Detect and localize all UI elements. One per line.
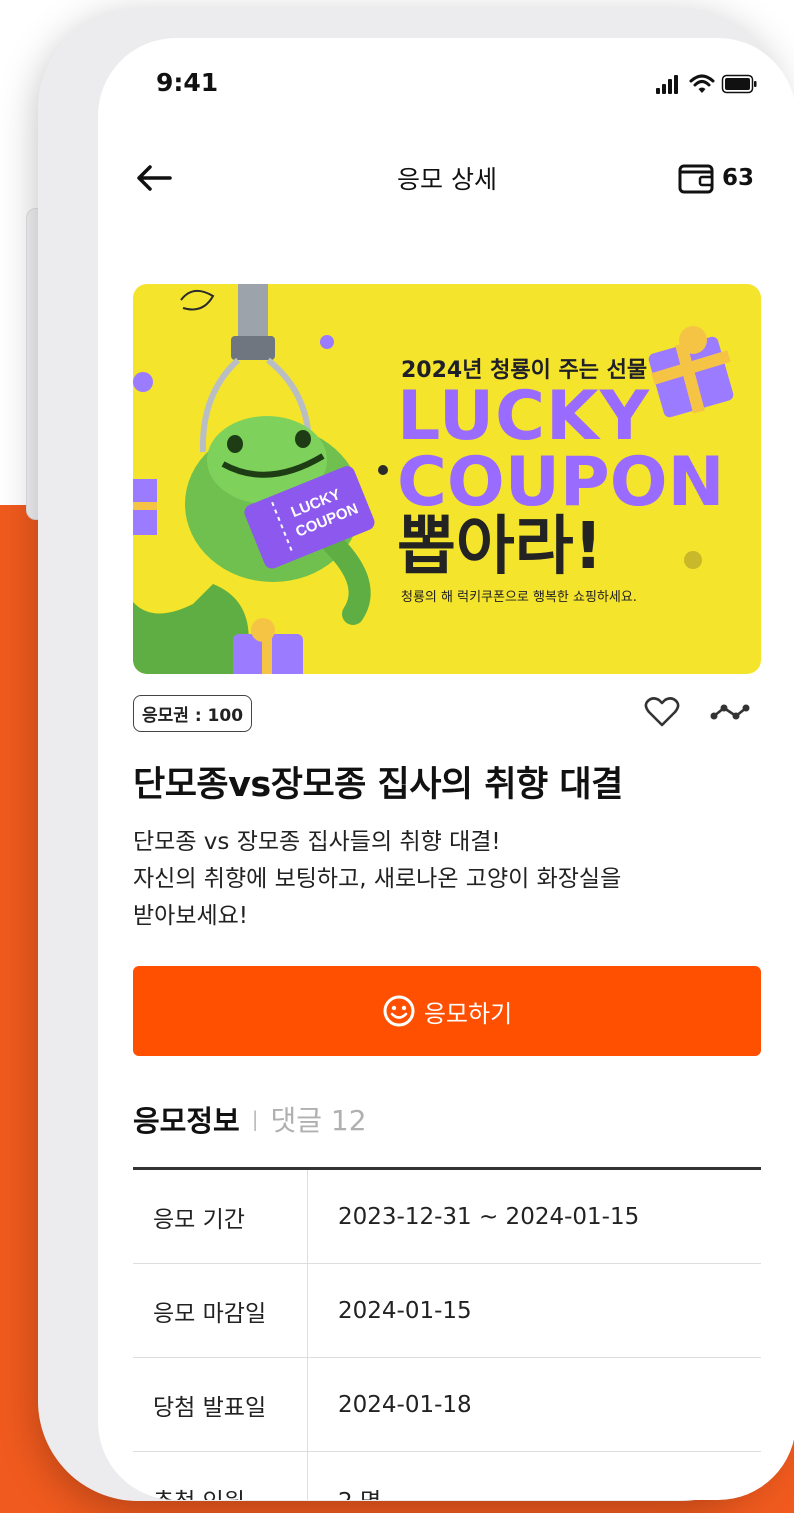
table-row: 당첨 발표일 2024-01-18 [133, 1358, 761, 1452]
info-value: 2023-12-31 ~ 2024-01-15 [338, 1203, 640, 1230]
event-description: 단모종 vs 장모종 집사들의 취향 대결! 자신의 취향에 보팅하고, 새로나… [133, 824, 753, 935]
info-label: 당첨 발표일 [133, 1358, 308, 1451]
detail-tabs: 응모정보 | 댓글 12 [133, 1098, 367, 1140]
table-row: 응모 기간 2023-12-31 ~ 2024-01-15 [133, 1170, 761, 1264]
event-description-line: 자신의 취향에 보팅하고, 새로나온 고양이 화장실을 [133, 866, 622, 892]
heart-icon[interactable] [644, 696, 680, 728]
info-value: 2024-01-15 [338, 1297, 472, 1324]
tab-info[interactable]: 응모정보 [133, 1098, 240, 1140]
share-icon[interactable] [708, 698, 752, 726]
table-row: 응모 마감일 2024-01-15 [133, 1264, 761, 1358]
phone-screen: 9:41 응모 상세 63 LUCKY COUPON 2024년 청룡이 주는 … [98, 38, 794, 1500]
signal-icon [656, 75, 678, 94]
info-label: 응모 기간 [133, 1170, 308, 1263]
info-table: 응모 기간 2023-12-31 ~ 2024-01-15 응모 마감일 202… [133, 1167, 761, 1500]
ticket-badge: 응모권 : 100 [133, 695, 253, 732]
wallet-button[interactable]: 63 [678, 160, 754, 196]
info-value: 2 명 [308, 1482, 381, 1501]
phone-frame: 9:41 응모 상세 63 LUCKY COUPON 2024년 청룡이 주는 … [38, 8, 794, 1501]
info-value: 2024-01-18 [338, 1391, 472, 1418]
enter-button-label: 응모하기 [423, 999, 513, 1028]
event-description-line: 단모종 vs 장모종 집사들의 취향 대결! [133, 829, 501, 855]
event-description-line: 받아보세요! [133, 903, 249, 929]
enter-button[interactable]: 응모하기 [133, 966, 761, 1056]
banner-headline-lucky: LUCKY [397, 377, 650, 456]
wifi-icon [689, 74, 715, 93]
event-title: 단모종vs장모종 집사의 취향 대결 [133, 765, 623, 805]
gift-box-top [648, 326, 734, 418]
info-label: 추첨 인원 [133, 1452, 308, 1500]
battery-icon [721, 74, 757, 94]
status-time: 9:41 [156, 68, 219, 97]
banner-headline-coupon: COUPON [397, 443, 725, 522]
wallet-count: 63 [722, 165, 755, 191]
event-banner: LUCKY COUPON 2024년 청룡이 주는 선물 LUCKY COUPO… [133, 284, 761, 674]
status-icons [656, 74, 757, 94]
tab-comments[interactable]: 댓글 12 [270, 1099, 366, 1139]
wallet-icon [678, 164, 714, 194]
banner-headline-pick: 뽑아라! [397, 510, 603, 584]
tab-separator: | [251, 1107, 259, 1131]
banner-description: 청룡의 해 럭키쿠폰으로 행복한 쇼핑하세요. [401, 590, 637, 605]
info-label: 응모 마감일 [133, 1264, 308, 1357]
gift-box-left [133, 479, 157, 535]
smile-icon [383, 995, 415, 1027]
table-row: 추첨 인원 2 명 [133, 1452, 761, 1500]
